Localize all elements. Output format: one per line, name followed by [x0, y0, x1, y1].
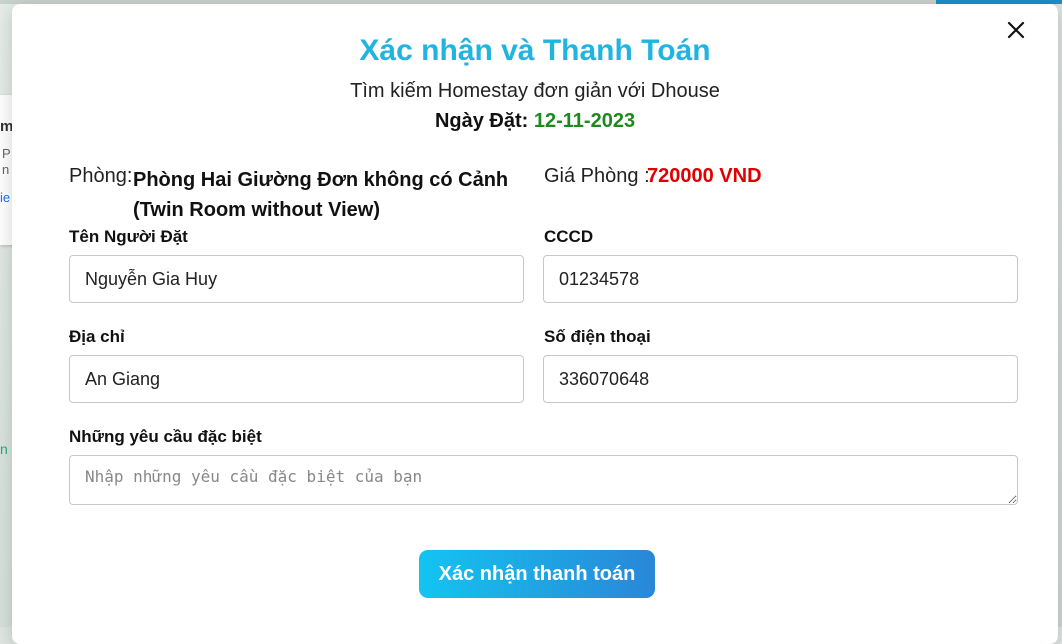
backdrop-text-fragment: P — [2, 146, 11, 161]
cccd-input[interactable] — [543, 255, 1018, 303]
backdrop-text-fragment: n — [0, 441, 8, 457]
price-value: 720000 VND — [647, 165, 762, 187]
cccd-label: CCCD — [544, 227, 594, 246]
backdrop-link-fragment[interactable]: ie — [0, 190, 10, 205]
name-input[interactable] — [69, 255, 524, 303]
modal-subtitle: Tìm kiếm Homestay đơn giản với Dhouse — [350, 80, 720, 102]
booking-date: Ngày Đặt: 12-11-2023 — [12, 110, 1058, 133]
room-name: Phòng Hai Giường Đơn không có Cảnh (Twin… — [133, 169, 509, 221]
modal-title: Xác nhận và Thanh Toán — [359, 34, 711, 67]
address-input[interactable] — [69, 355, 524, 403]
special-requests-label: Những yêu cầu đặc biệt — [69, 427, 262, 446]
special-requests-textarea[interactable] — [69, 455, 1018, 505]
phone-label: Số điện thoại — [544, 327, 651, 346]
price-label: Giá Phòng : — [544, 165, 650, 187]
name-label: Tên Người Đặt — [69, 227, 188, 246]
booking-date-value: 12-11-2023 — [533, 110, 636, 132]
confirm-payment-button[interactable]: Xác nhận thanh toán — [419, 550, 655, 598]
room-label: Phòng: — [69, 165, 133, 187]
address-label: Địa chỉ — [69, 327, 125, 346]
phone-input[interactable] — [543, 355, 1018, 403]
booking-date-label: Ngày Đặt: — [434, 110, 529, 132]
